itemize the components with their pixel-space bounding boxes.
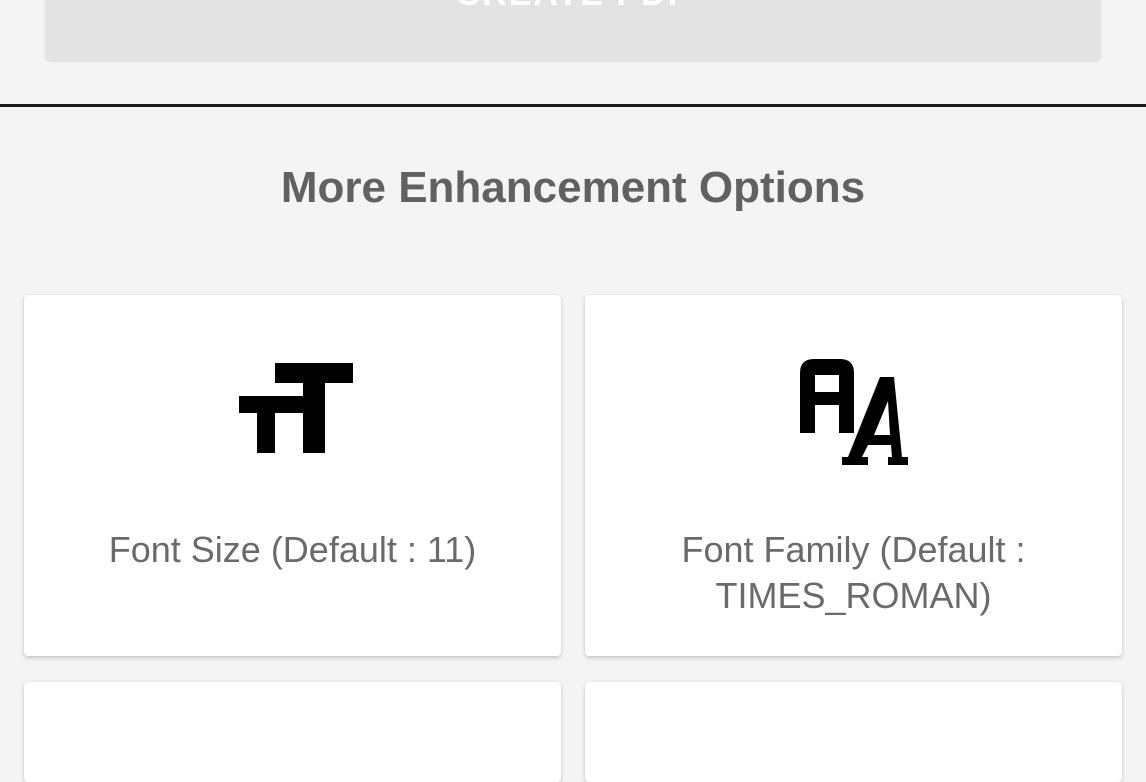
font-family-label-line1: Font Family (Default : [681, 529, 1026, 570]
section-title: More Enhancement Options [280, 163, 866, 212]
font-family-option-card[interactable]: Font Family (Default : TIMES_ROMAN) [585, 295, 1122, 656]
create-pdf-button[interactable]: CREATE PDF [46, 0, 1100, 60]
create-pdf-label: CREATE PDF [456, 0, 691, 14]
font-family-label-line2: TIMES_ROMAN) [715, 575, 992, 616]
font-size-option-card[interactable]: Font Size (Default : 11) [24, 295, 561, 656]
option-card-3[interactable] [24, 682, 561, 782]
font-size-label: Font Size (Default : 11) [108, 529, 477, 570]
option-card-4[interactable] [585, 682, 1122, 782]
section-divider [0, 104, 1146, 107]
font-family-icon [800, 359, 908, 465]
font-size-icon [239, 363, 353, 453]
